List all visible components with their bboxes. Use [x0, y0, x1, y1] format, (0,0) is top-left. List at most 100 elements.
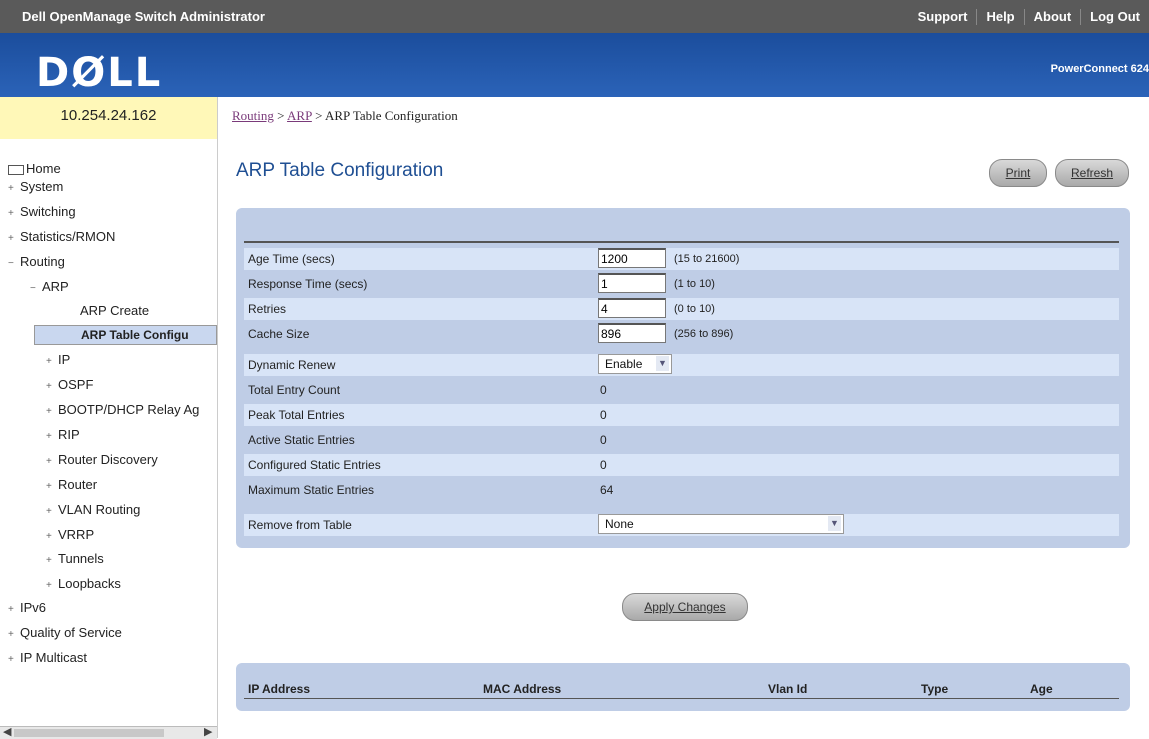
top-links: Support Help About Log Out [909, 0, 1149, 33]
chevron-down-icon[interactable]: ▼ [656, 356, 669, 371]
dynamic-renew-select[interactable]: Enable ▼ [598, 354, 672, 374]
help-link[interactable]: Help [976, 8, 1023, 25]
configured-static-entries-label: Configured Static Entries [248, 458, 381, 472]
column-age: Age [1030, 682, 1053, 696]
row-retries: Retries (0 to 10) [244, 298, 1119, 320]
expand-icon: + [46, 431, 52, 442]
retries-label: Retries [248, 302, 287, 316]
support-link[interactable]: Support [909, 9, 977, 25]
age-time-hint: (15 to 21600) [674, 253, 740, 265]
print-button[interactable]: Print [989, 159, 1047, 187]
breadcrumb-current: ARP Table Configuration [325, 108, 458, 123]
expand-icon: + [46, 506, 52, 517]
breadcrumb-routing[interactable]: Routing [232, 108, 274, 123]
sidebar-item-ospf[interactable]: + OSPF [46, 375, 93, 395]
sidebar-item-home[interactable]: Home [8, 159, 61, 179]
device-ip: 10.254.24.162 [0, 97, 218, 139]
home-icon [8, 164, 24, 175]
expand-icon: + [8, 654, 14, 665]
sidebar-item-vlan-routing[interactable]: + VLAN Routing [46, 500, 140, 520]
sidebar-item-routing[interactable]: − Routing [8, 252, 65, 272]
chevron-down-icon[interactable]: ▼ [828, 516, 841, 531]
remove-from-table-select[interactable]: None ▼ [598, 514, 844, 534]
expand-icon: + [8, 208, 14, 219]
breadcrumb-arp[interactable]: ARP [287, 108, 312, 123]
sidebar-scrollbar[interactable]: ◀ ▶ [0, 726, 217, 739]
logout-link[interactable]: Log Out [1080, 8, 1149, 25]
expand-icon: + [46, 531, 52, 542]
sidebar-item-arp-create[interactable]: ARP Create [80, 301, 149, 321]
sidebar-item-router-discovery[interactable]: + Router Discovery [46, 450, 158, 470]
response-time-hint: (1 to 10) [674, 278, 715, 290]
sidebar-tree: Home + System + Switching + Statistics/RMON… [0, 139, 218, 738]
expand-icon: + [46, 356, 52, 367]
sidebar-item-ip-multicast[interactable]: + IP Multicast [8, 648, 87, 668]
collapse-icon: − [30, 283, 36, 294]
expand-icon: + [46, 580, 52, 591]
sidebar-item-arp-table-config[interactable]: ARP Table Configu [34, 325, 217, 345]
expand-icon: + [8, 629, 14, 640]
sidebar-item-router[interactable]: + Router [46, 475, 97, 495]
retries-hint: (0 to 10) [674, 303, 715, 315]
apply-changes-button[interactable]: Apply Changes [622, 593, 748, 621]
expand-icon: + [8, 233, 14, 244]
sidebar-item-rip[interactable]: + RIP [46, 425, 80, 445]
breadcrumb: Routing > ARP > ARP Table Configuration [232, 108, 458, 124]
page-title: ARP Table Configuration [236, 160, 444, 181]
sidebar-item-ip[interactable]: + IP [46, 350, 70, 370]
age-time-label: Age Time (secs) [248, 252, 335, 266]
column-mac-address: MAC Address [483, 682, 562, 696]
collapse-icon: − [8, 258, 14, 269]
sidebar-item-ipv6[interactable]: + IPv6 [8, 598, 46, 618]
scrollbar-thumb[interactable] [14, 729, 164, 737]
product-name: PowerConnect 624 [1050, 63, 1149, 75]
maximum-static-entries-value: 64 [600, 483, 614, 497]
expand-icon: + [46, 555, 52, 566]
sidebar-item-vrrp[interactable]: + VRRP [46, 525, 94, 545]
total-entry-count-label: Total Entry Count [248, 383, 341, 397]
cache-size-input[interactable] [598, 323, 666, 343]
sidebar-item-loopbacks[interactable]: + Loopbacks [46, 574, 121, 594]
scroll-left-icon[interactable]: ◀ [3, 725, 11, 738]
peak-total-entries-value: 0 [600, 408, 607, 422]
sidebar-item-tunnels[interactable]: + Tunnels [46, 549, 104, 569]
sidebar-item-switching[interactable]: + Switching [8, 202, 76, 222]
active-static-entries-value: 0 [600, 433, 607, 447]
about-link[interactable]: About [1023, 8, 1081, 25]
app-title: Dell OpenManage Switch Administrator [22, 9, 265, 24]
panel-divider [244, 241, 1119, 243]
expand-icon: + [46, 406, 52, 417]
remove-from-table-label: Remove from Table [248, 518, 352, 532]
row-remove-from-table: Remove from Table None ▼ [244, 514, 1119, 536]
expand-icon: + [46, 456, 52, 467]
row-dynamic-renew: Dynamic Renew Enable ▼ [244, 354, 1119, 376]
total-entry-count-value: 0 [600, 383, 607, 397]
sidebar-item-arp[interactable]: − ARP [30, 277, 69, 297]
sidebar-item-qos[interactable]: + Quality of Service [8, 623, 122, 643]
row-response-time: Response Time (secs) (1 to 10) [244, 273, 1119, 295]
refresh-button[interactable]: Refresh [1055, 159, 1129, 187]
sidebar-item-statistics[interactable]: + Statistics/RMON [8, 227, 115, 247]
expand-icon: + [46, 381, 52, 392]
breadcrumb-sep: > [315, 108, 323, 123]
scroll-right-icon[interactable]: ▶ [204, 725, 212, 738]
response-time-input[interactable] [598, 273, 666, 293]
row-configured-static-entries: Configured Static Entries 0 [244, 454, 1119, 476]
row-cache-size: Cache Size (256 to 896) [244, 323, 1119, 345]
maximum-static-entries-label: Maximum Static Entries [248, 483, 375, 497]
cache-size-label: Cache Size [248, 327, 310, 341]
header-banner [0, 33, 1149, 97]
row-total-entry-count: Total Entry Count 0 [244, 379, 1119, 401]
active-static-entries-label: Active Static Entries [248, 433, 355, 447]
expand-icon: + [46, 481, 52, 492]
sidebar-item-system[interactable]: + System [8, 177, 63, 197]
breadcrumb-sep: > [277, 108, 285, 123]
peak-total-entries-label: Peak Total Entries [248, 408, 345, 422]
row-age-time: Age Time (secs) (15 to 21600) [244, 248, 1119, 270]
dell-logo: DØLL [36, 50, 163, 96]
retries-input[interactable] [598, 298, 666, 318]
row-peak-total-entries: Peak Total Entries 0 [244, 404, 1119, 426]
sidebar-item-bootp[interactable]: + BOOTP/DHCP Relay Ag [46, 400, 199, 420]
configured-static-entries-value: 0 [600, 458, 607, 472]
age-time-input[interactable] [598, 248, 666, 268]
